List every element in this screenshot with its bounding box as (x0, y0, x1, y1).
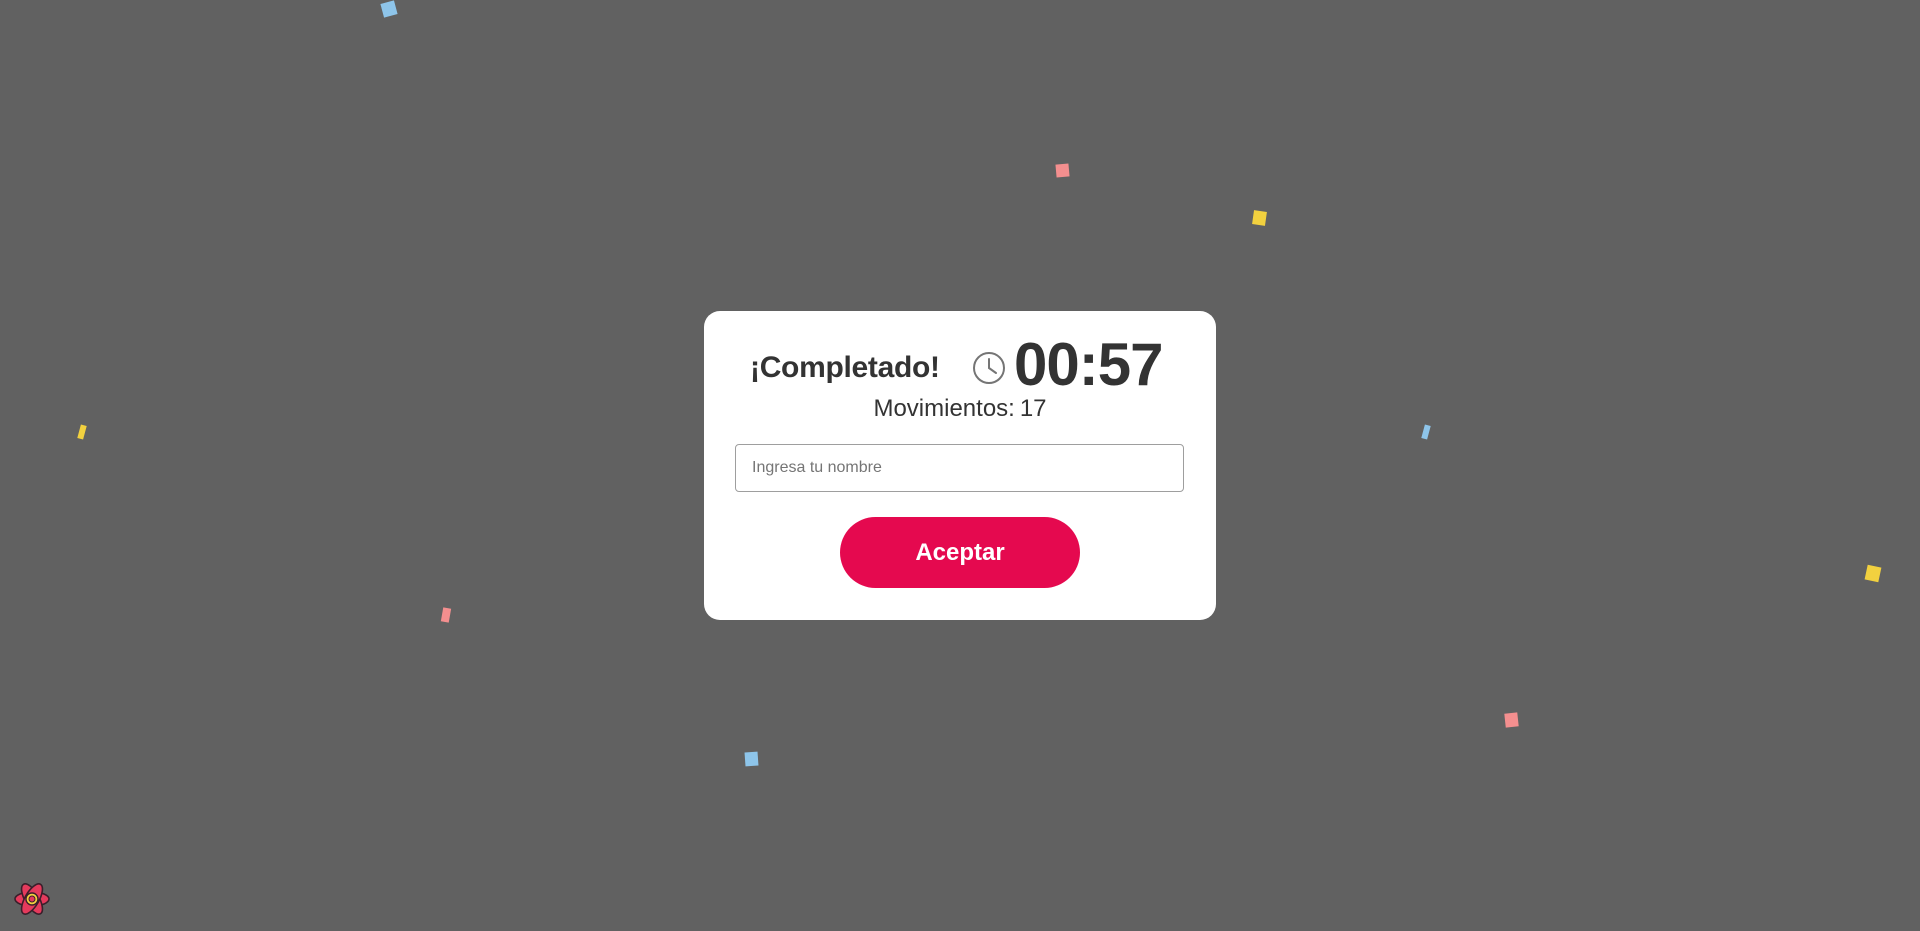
confetti-piece (440, 607, 452, 623)
confetti-piece (1504, 712, 1519, 728)
confetti-piece (380, 0, 398, 18)
confetti-piece (1055, 163, 1070, 178)
elapsed-time: 00:57 (1014, 331, 1163, 398)
dialog-header: ¡Completado! 00:57 (704, 329, 1216, 399)
player-name-input[interactable] (735, 444, 1184, 492)
moves-value: 17 (1019, 395, 1047, 422)
accept-button[interactable]: Aceptar (840, 517, 1080, 588)
moves-counter: Movimientos: 17 (704, 395, 1216, 423)
confetti-piece (744, 751, 759, 767)
moves-label: Movimientos: (873, 395, 1015, 422)
completion-dialog: ¡Completado! 00:57 Movimientos:17 Acepta… (704, 311, 1216, 620)
confetti-piece (77, 424, 87, 440)
confetti-piece (1252, 210, 1267, 226)
clock-icon (972, 351, 1006, 385)
react-devtools-icon[interactable] (12, 879, 52, 919)
dialog-title: ¡Completado! (750, 351, 940, 384)
confetti-piece (1421, 424, 1431, 440)
confetti-piece (1864, 564, 1882, 583)
